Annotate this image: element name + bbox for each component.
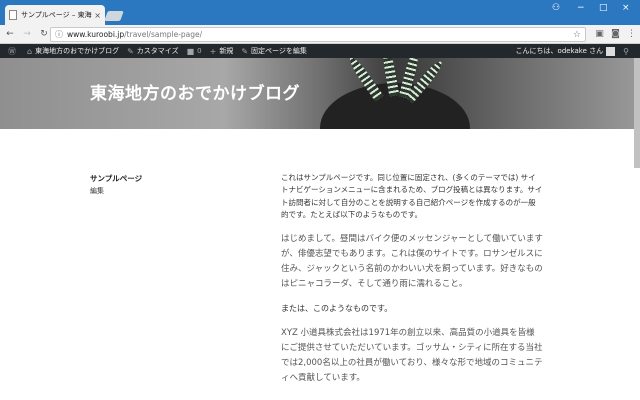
camera-icon[interactable]: ◙ — [610, 29, 621, 40]
plus-icon: + — [209, 46, 217, 56]
browser-tab[interactable]: サンプルページ – 東海地方のおでかけブログ × — [5, 5, 105, 25]
edit-link[interactable]: 編集 — [90, 186, 104, 196]
new-tab-button[interactable] — [104, 11, 124, 21]
address-bar[interactable]: ⓘ www.kuroobi.jp/travel/sample-page/ ☆ — [50, 27, 586, 42]
url-text[interactable]: www.kuroobi.jp/travel/sample-page/ — [67, 30, 573, 39]
wordpress-icon[interactable]: Ⓦ — [8, 46, 19, 57]
admin-comments[interactable]: ■ 0 — [187, 47, 202, 56]
menu-icon[interactable]: ⋮ — [626, 29, 637, 40]
admin-site-name[interactable]: ⌂ 東海地方のおでかけブログ — [27, 46, 119, 56]
browser-tab-strip: サンプルページ – 東海地方のおでかけブログ × ⚇ − □ × — [0, 0, 640, 25]
avatar[interactable] — [606, 46, 616, 56]
brush-icon: ✎ — [127, 46, 134, 56]
page-title: サンプルページ — [90, 174, 143, 183]
pencil-icon: ✎ — [241, 46, 249, 56]
minimize-button[interactable]: − — [577, 3, 585, 13]
tab-title: サンプルページ – 東海地方のおでかけブログ — [21, 11, 92, 19]
admin-customize[interactable]: ✎ カスタマイズ — [127, 46, 179, 56]
bookmark-star-icon[interactable]: ☆ — [573, 30, 581, 40]
reload-icon[interactable]: ↻ — [37, 29, 51, 39]
forward-icon[interactable]: → — [20, 29, 34, 39]
admin-greeting[interactable]: こんにちは、odekake さん — [516, 46, 604, 56]
admin-edit-page[interactable]: ✎ 固定ページを編集 — [241, 46, 307, 56]
page-icon — [9, 10, 17, 20]
back-icon[interactable]: ← — [3, 29, 17, 39]
site-title[interactable]: 東海地方のおでかけブログ — [90, 79, 300, 104]
admin-new[interactable]: + 新規 — [210, 46, 234, 56]
paragraph: これはサンプルページです。同じ位置に固定され、(多くのテーマでは) サイトナビゲ… — [281, 173, 543, 219]
comment-icon: ■ — [186, 46, 195, 56]
close-tab-icon[interactable]: × — [94, 11, 101, 20]
blockquote: XYZ 小道具株式会社は1971年の創立以来、高品質の小道具を皆様にご提供させて… — [281, 328, 543, 384]
browser-toolbar: ← → ↻ ⓘ www.kuroobi.jp/travel/sample-pag… — [0, 25, 640, 44]
page-content: これはサンプルページです。同じ位置に固定され、(多くのテーマでは) サイトナビゲ… — [281, 172, 543, 397]
extension-icon[interactable]: ▣ — [594, 29, 605, 40]
home-icon: ⌂ — [27, 46, 33, 56]
wp-admin-bar: Ⓦ ⌂ 東海地方のおでかけブログ ✎ カスタマイズ ■ 0 + 新規 ✎ 固定ページを編集… — [0, 44, 640, 58]
search-icon[interactable]: ⚲ — [623, 47, 629, 56]
close-window-button[interactable]: × — [622, 3, 630, 13]
profile-icon[interactable]: ⚇ — [552, 3, 560, 13]
site-header: 東海地方のおでかけブログ — [0, 58, 640, 129]
blockquote: はじめまして。昼間はバイク便のメッセンジャーとして働いていますが、俳優志望でもあ… — [281, 234, 543, 290]
maximize-button[interactable]: □ — [599, 3, 608, 13]
info-icon[interactable]: ⓘ — [55, 29, 63, 40]
paragraph: または、このようなものです。 — [281, 304, 393, 314]
scrollbar[interactable] — [634, 58, 640, 168]
